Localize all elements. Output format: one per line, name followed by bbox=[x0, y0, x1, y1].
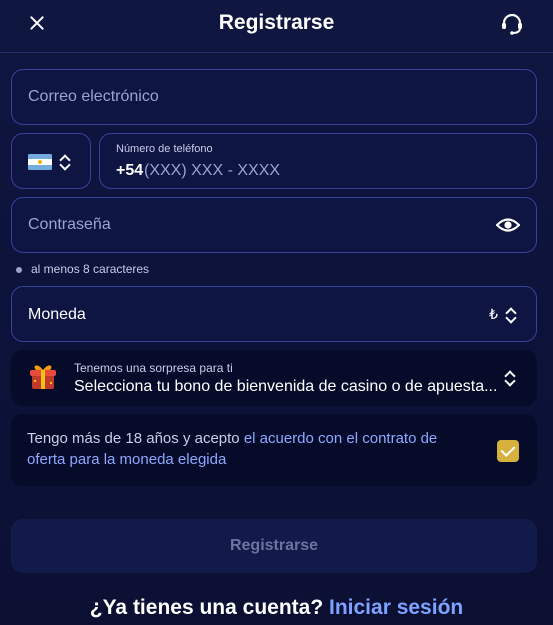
argentina-flag-icon bbox=[28, 154, 52, 170]
register-button[interactable]: Registrarse bbox=[11, 519, 537, 573]
password-hint-text: al menos 8 caracteres bbox=[31, 262, 150, 276]
terms-text-plain: Tengo más de 18 años y acepto bbox=[27, 430, 244, 447]
bonus-value: Selecciona tu bono de bienvenida de casi… bbox=[74, 378, 498, 395]
password-hint: al menos 8 caracteres bbox=[16, 262, 149, 276]
currency-symbol: ₺ bbox=[489, 306, 498, 322]
phone-label: Número de teléfono bbox=[116, 143, 213, 155]
password-placeholder: Contraseña bbox=[28, 216, 111, 233]
chevron-updown-icon bbox=[505, 369, 515, 387]
phone-mask: (XXX) XXX - XXXX bbox=[144, 162, 281, 179]
email-placeholder: Correo electrónico bbox=[28, 88, 159, 105]
page-title: Registrarse bbox=[218, 11, 335, 34]
bonus-caption: Tenemos una sorpresa para ti bbox=[74, 361, 233, 375]
phone-field[interactable]: Número de teléfono +54 (XXX) XXX - XXXX bbox=[99, 133, 537, 189]
gift-icon bbox=[30, 365, 56, 389]
terms-checkbox[interactable] bbox=[497, 440, 519, 462]
support-icon[interactable] bbox=[499, 11, 525, 37]
chevron-updown-icon bbox=[506, 306, 516, 324]
phone-code: +54 bbox=[116, 162, 144, 179]
hint-bullet bbox=[16, 266, 22, 273]
login-prompt: ¿Ya tienes una cuenta? Iniciar sesión bbox=[0, 596, 553, 620]
terms-text: Tengo más de 18 años y acepto el acuerdo… bbox=[27, 428, 477, 470]
password-field[interactable]: Contraseña bbox=[11, 197, 537, 253]
currency-select[interactable]: Moneda ₺ bbox=[11, 286, 537, 342]
country-code-select[interactable] bbox=[11, 133, 91, 189]
email-field[interactable]: Correo electrónico bbox=[11, 69, 537, 125]
terms-block: Tengo más de 18 años y acepto el acuerdo… bbox=[11, 414, 537, 486]
eye-icon[interactable] bbox=[496, 215, 520, 235]
chevron-updown-icon bbox=[60, 153, 70, 171]
currency-label: Moneda bbox=[28, 306, 86, 323]
login-question: ¿Ya tienes una cuenta? bbox=[89, 596, 324, 619]
header: Registrarse bbox=[0, 0, 553, 53]
login-link[interactable]: Iniciar sesión bbox=[329, 596, 463, 619]
bonus-select[interactable]: Tenemos una sorpresa para ti Selecciona … bbox=[11, 350, 537, 406]
